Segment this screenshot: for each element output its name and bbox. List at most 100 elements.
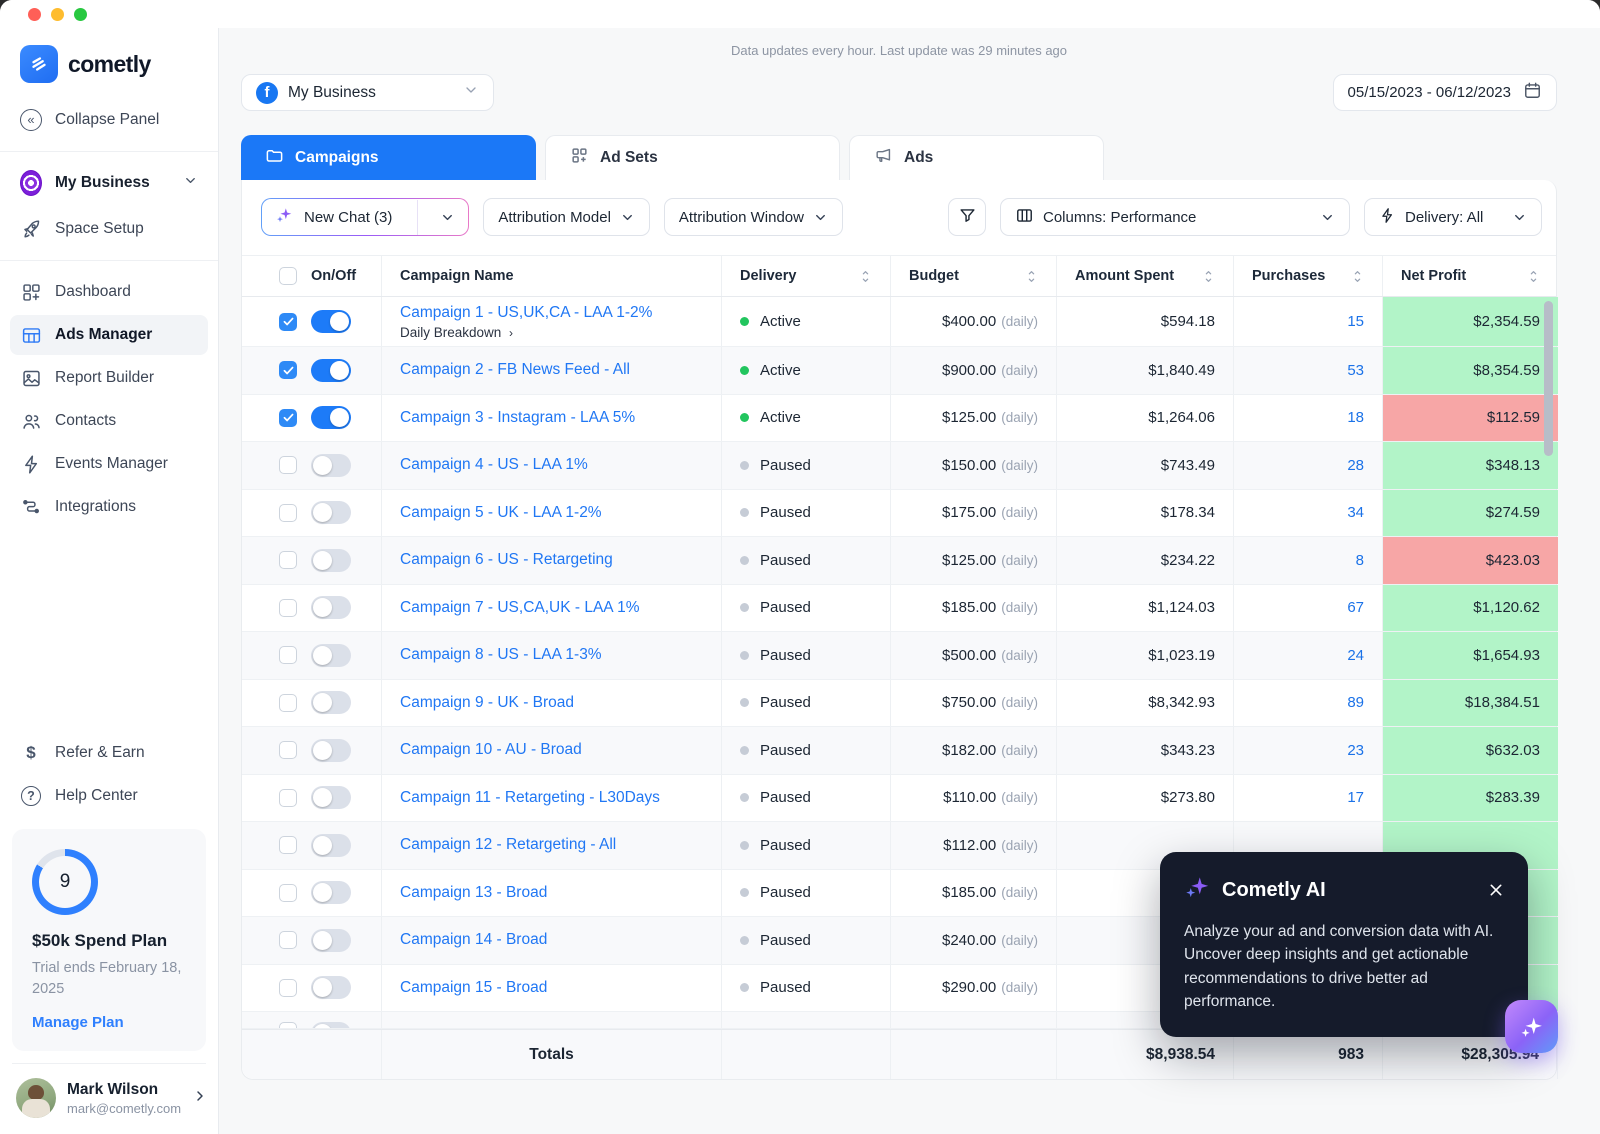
campaign-toggle[interactable] [311,738,351,762]
campaign-name-link[interactable]: Campaign 8 - US - LAA 1-3% [400,646,602,664]
purchases-link[interactable]: 24 [1347,647,1364,664]
filter-button[interactable] [948,198,986,236]
sort-icon[interactable] [1527,269,1540,284]
campaign-toggle[interactable] [311,501,351,525]
collapse-panel-button[interactable]: « Collapse Panel [10,100,208,140]
ai-assistant-fab[interactable] [1505,1000,1558,1053]
row-checkbox[interactable] [279,978,297,997]
campaign-name-link[interactable]: Campaign 11 - Retargeting - L30Days [400,789,660,807]
purchases-link[interactable]: 28 [1347,457,1364,474]
campaign-name-link[interactable]: Campaign 9 - UK - Broad [400,694,574,712]
sidebar-item-help-center[interactable]: ? Help Center [10,776,208,816]
campaign-toggle[interactable] [311,881,351,905]
date-range-picker[interactable]: 05/15/2023 - 06/12/2023 [1332,74,1557,111]
purchases-link[interactable]: 23 [1347,742,1364,759]
row-checkbox[interactable] [279,312,297,331]
row-checkbox[interactable] [279,1022,297,1028]
row-checkbox[interactable] [279,788,297,807]
sidebar-item-space-setup[interactable]: Space Setup [10,209,208,249]
manage-plan-link[interactable]: Manage Plan [32,1014,186,1031]
campaign-name-link[interactable]: Campaign 2 - FB News Feed - All [400,361,630,379]
close-icon[interactable] [1488,882,1504,898]
zoom-window-button[interactable] [74,7,87,21]
sidebar-item-ads-manager[interactable]: Ads Manager [10,315,208,355]
row-checkbox[interactable] [279,741,297,760]
campaign-toggle[interactable] [311,596,351,620]
delivery-filter-dropdown[interactable]: Delivery: All [1364,198,1542,236]
avatar [16,1078,56,1118]
sort-icon[interactable] [1025,269,1038,284]
row-checkbox[interactable] [279,693,297,712]
attribution-window-dropdown[interactable]: Attribution Window [663,198,843,236]
sort-icon[interactable] [859,269,872,284]
campaign-name-link[interactable]: Campaign 5 - UK - LAA 1-2% [400,504,602,522]
tab-ads[interactable]: Ads [849,135,1104,180]
select-all-checkbox[interactable] [279,267,297,285]
campaign-toggle[interactable] [311,786,351,810]
row-checkbox[interactable] [279,503,297,522]
campaign-name-link[interactable]: Campaign 1 - US,UK,CA - LAA 1-2% [400,304,652,322]
campaign-toggle[interactable] [311,310,351,333]
row-checkbox[interactable] [279,361,297,380]
row-checkbox[interactable] [279,883,297,902]
campaign-toggle[interactable] [311,358,351,382]
net-profit-value: $2,354.59 [1383,297,1558,346]
new-chat-dropdown-caret[interactable] [427,200,468,235]
campaign-name-link[interactable]: Campaign 6 - US - Retargeting [400,551,613,569]
purchases-link[interactable]: 17 [1347,789,1364,806]
campaign-toggle[interactable] [311,643,351,667]
attribution-model-dropdown[interactable]: Attribution Model [483,198,650,236]
close-window-button[interactable] [28,7,41,21]
purchases-link[interactable]: 53 [1347,362,1364,379]
campaign-name-link[interactable]: Campaign 3 - Instagram - LAA 5% [400,409,635,427]
campaign-toggle[interactable] [311,548,351,572]
campaign-toggle[interactable] [311,928,351,952]
campaign-toggle[interactable] [311,976,351,1000]
user-menu[interactable]: Mark Wilson mark@cometly.com [12,1063,206,1134]
row-checkbox[interactable] [279,456,297,475]
campaign-toggle[interactable] [311,453,351,477]
sidebar-item-integrations[interactable]: Integrations [10,487,208,527]
campaign-name-link[interactable]: Campaign 15 - Broad [400,979,547,997]
tab-ad-sets[interactable]: Ad Sets [545,135,840,180]
campaign-toggle[interactable] [311,406,351,430]
purchases-link[interactable]: 8 [1356,552,1364,569]
sort-icon[interactable] [1351,269,1364,284]
campaign-toggle[interactable] [311,1022,351,1028]
sidebar-item-report-builder[interactable]: Report Builder [10,358,208,398]
campaign-name-link[interactable]: Campaign 4 - US - LAA 1% [400,456,588,474]
campaign-name-link[interactable]: Campaign 10 - AU - Broad [400,741,582,759]
purchases-link[interactable]: 15 [1347,313,1364,330]
table-scrollbar[interactable] [1544,301,1553,456]
minimize-window-button[interactable] [51,7,64,21]
purchases-link[interactable]: 89 [1347,694,1364,711]
sidebar-item-events-manager[interactable]: Events Manager [10,444,208,484]
sidebar-item-dashboard[interactable]: Dashboard [10,272,208,312]
purchases-link[interactable]: 18 [1347,409,1364,426]
campaign-name-link[interactable]: Campaign 12 - Retargeting - All [400,836,616,854]
cometly-logo-icon [20,45,58,83]
sort-icon[interactable] [1202,269,1215,284]
row-checkbox[interactable] [279,551,297,570]
row-checkbox[interactable] [279,408,297,427]
purchases-link[interactable]: 67 [1347,599,1364,616]
sidebar-item-contacts[interactable]: Contacts [10,401,208,441]
columns-dropdown[interactable]: Columns: Performance [1000,198,1350,236]
campaign-toggle[interactable] [311,691,351,715]
account-selector[interactable]: f My Business [241,74,494,111]
row-checkbox[interactable] [279,598,297,617]
daily-breakdown-link[interactable]: Daily Breakdown › [400,325,513,340]
sidebar-item-my-business[interactable]: My Business [10,163,208,203]
campaign-name-link[interactable]: Campaign 14 - Broad [400,931,547,949]
campaign-toggle[interactable] [311,833,351,857]
tab-campaigns[interactable]: Campaigns [241,135,536,180]
new-chat-button[interactable]: New Chat (3) [261,198,469,236]
campaign-name-link[interactable]: Campaign 13 - Broad [400,884,547,902]
purchases-link[interactable]: 34 [1347,504,1364,521]
campaign-name-link[interactable]: Campaign 7 - US,CA,UK - LAA 1% [400,599,640,617]
row-checkbox[interactable] [279,646,297,665]
row-checkbox[interactable] [279,931,297,950]
sidebar-item-refer-earn[interactable]: $ Refer & Earn [10,733,208,773]
status-dot [740,698,749,708]
row-checkbox[interactable] [279,836,297,855]
